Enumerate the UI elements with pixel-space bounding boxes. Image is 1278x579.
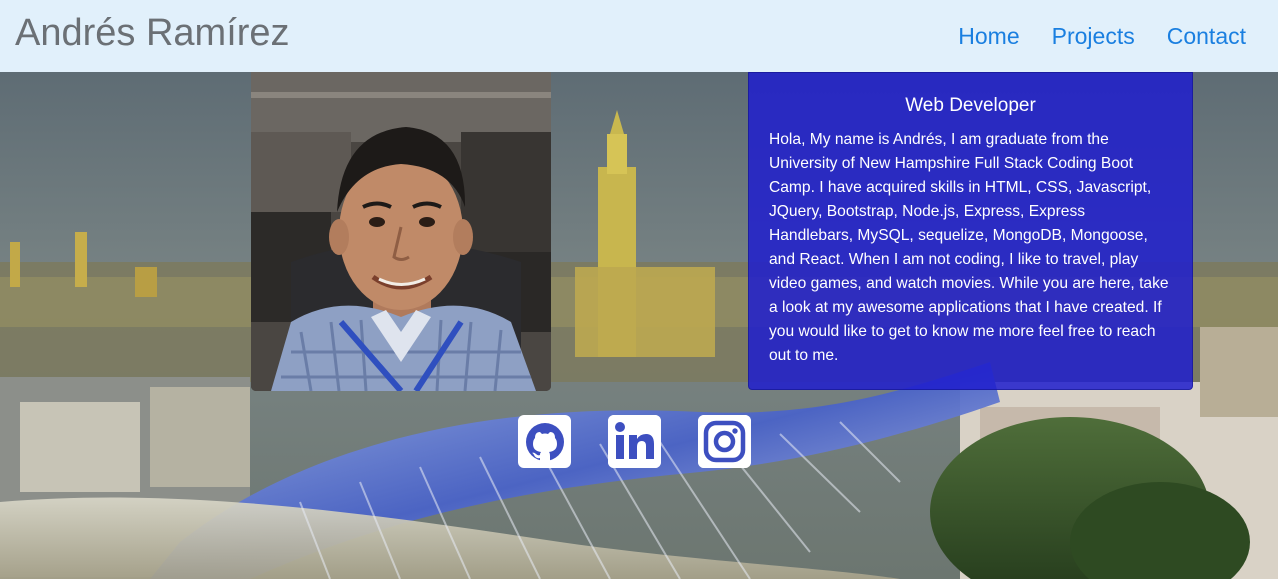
linkedin-link[interactable] xyxy=(608,415,661,468)
nav-link-projects[interactable]: Projects xyxy=(1052,20,1135,52)
instagram-link[interactable] xyxy=(698,415,751,468)
profile-photo xyxy=(251,72,551,391)
bio-card: Web Developer Hola, My name is Andrés, I… xyxy=(748,72,1193,390)
nav-link-contact[interactable]: Contact xyxy=(1167,20,1246,52)
page: Andrés Ramírez Home Projects Contact Web… xyxy=(0,0,1278,579)
instagram-icon xyxy=(698,415,751,468)
brand-title[interactable]: Andrés Ramírez xyxy=(15,10,290,56)
github-icon xyxy=(525,422,564,461)
github-link[interactable] xyxy=(518,415,571,468)
nav-links: Home Projects Contact xyxy=(958,20,1246,52)
nav-link-home[interactable]: Home xyxy=(958,20,1019,52)
card-text: Hola, My name is Andrés, I am graduate f… xyxy=(769,131,1169,364)
linkedin-icon xyxy=(608,415,661,468)
navbar: Andrés Ramírez Home Projects Contact xyxy=(0,0,1278,72)
card-title: Web Developer xyxy=(905,95,1036,116)
